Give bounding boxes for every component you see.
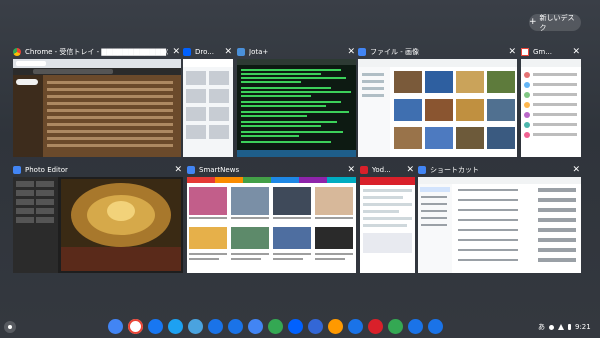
window-title: ファイル - 画像 [370, 48, 419, 56]
dropbox-icon [183, 48, 191, 56]
photo-editor-icon [13, 166, 21, 174]
photos-icon[interactable] [388, 319, 403, 334]
window-title: Gm... [533, 48, 552, 56]
chrome-icon [13, 48, 21, 56]
drive-icon[interactable] [268, 319, 283, 334]
launcher-button[interactable] [4, 321, 16, 333]
new-desk-label: 新しいデスク [539, 13, 575, 32]
yodobashi-icon [360, 166, 368, 174]
gmail-icon [521, 48, 529, 56]
window-thumbnail [418, 177, 581, 273]
window-title: Photo Editor [25, 166, 68, 174]
window-jota[interactable]: Jota+ ✕ [237, 45, 356, 157]
window-shortcuts[interactable]: ショートカット ✕ [418, 163, 581, 273]
window-smartnews[interactable]: SmartNews ✕ [187, 163, 356, 273]
jota-icon [237, 48, 245, 56]
camera-icon[interactable] [208, 319, 223, 334]
messenger-icon[interactable] [148, 319, 163, 334]
notification-icon [549, 324, 554, 330]
close-icon[interactable]: ✕ [224, 47, 232, 57]
wifi-icon [558, 324, 564, 330]
settings-icon[interactable] [408, 319, 423, 334]
window-gmail[interactable]: Gm... ✕ [521, 45, 581, 157]
window-thumbnail [237, 59, 356, 157]
window-thumbnail [360, 177, 415, 273]
new-desk-button[interactable]: + 新しいデスク [529, 13, 581, 32]
files-icon [358, 48, 366, 56]
close-icon[interactable]: ✕ [172, 47, 180, 57]
window-title: ショートカット [430, 166, 479, 174]
window-photo-editor[interactable]: Photo Editor ✕ [13, 163, 183, 273]
status-tray[interactable]: あ 9:21 [534, 320, 595, 334]
window-title: SmartNews [199, 166, 240, 174]
ime-indicator[interactable]: あ [538, 322, 545, 332]
close-icon[interactable]: ✕ [347, 165, 355, 175]
window-files[interactable]: ファイル - 画像 ✕ [358, 45, 517, 157]
battery-icon [568, 324, 571, 330]
close-icon[interactable]: ✕ [347, 47, 355, 57]
shortcut-icon [418, 166, 426, 174]
smartnews-icon [187, 166, 195, 174]
gmail-icon[interactable] [128, 319, 143, 334]
shelf: あ 9:21 [0, 316, 600, 338]
dropbox-icon[interactable] [288, 319, 303, 334]
keyboard-shortcuts-icon[interactable] [428, 319, 443, 334]
window-title: Yod... [372, 166, 391, 174]
window-dropbox[interactable]: Dro... ✕ [183, 45, 233, 157]
close-icon[interactable]: ✕ [174, 165, 182, 175]
yodobashi-icon[interactable] [368, 319, 383, 334]
amazon-icon[interactable] [328, 319, 343, 334]
window-thumbnail [183, 59, 233, 157]
window-thumbnail [358, 59, 517, 157]
close-icon[interactable]: ✕ [572, 165, 580, 175]
settings-circle-icon[interactable] [308, 319, 323, 334]
window-yodobashi[interactable]: Yod... ✕ [360, 163, 415, 273]
window-chrome[interactable]: Chrome - 受信トレイ - ▇▇▇▇▇▇▇▇▇▇▇▇@... ✕ [13, 45, 181, 157]
window-title: Chrome - 受信トレイ - ▇▇▇▇▇▇▇▇▇▇▇▇@... [25, 48, 169, 56]
photos-editor-icon[interactable] [188, 319, 203, 334]
close-icon[interactable]: ✕ [572, 47, 580, 57]
plus-icon: + [529, 17, 537, 27]
window-thumbnail [13, 177, 183, 273]
window-title: Jota+ [249, 48, 269, 56]
docs-icon[interactable] [248, 319, 263, 334]
window-thumbnail [521, 59, 581, 157]
window-thumbnail [187, 177, 356, 273]
twitter-icon[interactable] [168, 319, 183, 334]
files-icon[interactable] [228, 319, 243, 334]
chrome-icon[interactable] [108, 319, 123, 334]
bookmark-icon[interactable] [348, 319, 363, 334]
window-title: Dro... [195, 48, 214, 56]
close-icon[interactable]: ✕ [406, 165, 414, 175]
window-thumbnail [13, 59, 181, 157]
clock-time: 9:21 [575, 323, 591, 331]
close-icon[interactable]: ✕ [508, 47, 516, 57]
app-dock [108, 319, 443, 334]
